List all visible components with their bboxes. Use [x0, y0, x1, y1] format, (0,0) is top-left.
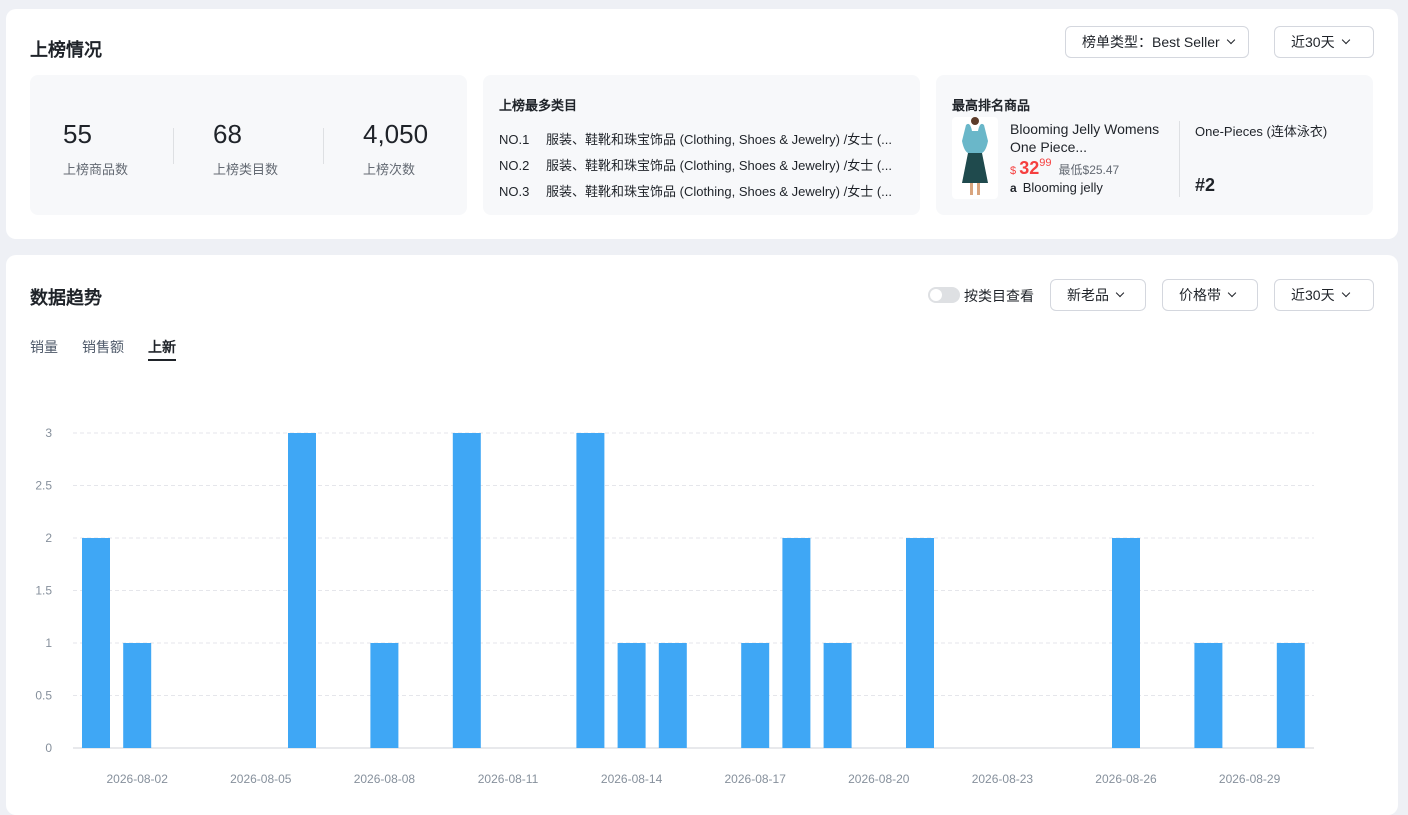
category-rank: NO.1	[499, 132, 530, 147]
bar	[617, 643, 646, 748]
x-tick-label: 2026-08-26	[1095, 772, 1157, 786]
product-price: $ 3299 最低$25.47	[1010, 157, 1119, 179]
bar	[906, 538, 934, 748]
bar	[1194, 643, 1223, 748]
bar	[576, 433, 605, 748]
price-decimal: 99	[1039, 157, 1052, 169]
stat-value: 4,050	[363, 119, 429, 149]
top-product-title: 最高排名商品	[952, 98, 1031, 113]
bar	[288, 433, 316, 748]
bar	[1112, 538, 1140, 748]
stat-value: 55	[63, 119, 92, 149]
category-name: 服装、鞋靴和珠宝饰品 (Clothing, Shoes & Jewelry) /…	[546, 132, 893, 147]
bar	[782, 538, 811, 748]
y-tick-label: 2.5	[35, 479, 52, 493]
x-tick-label: 2026-08-08	[354, 772, 416, 786]
y-tick-label: 1	[45, 636, 52, 650]
list-type-dropdown[interactable]: 榜单类型：Best Seller	[1065, 26, 1249, 58]
bar	[82, 538, 110, 748]
bar	[741, 643, 770, 748]
brand-name: Blooming jelly	[1022, 180, 1103, 195]
product-rank: #2	[1195, 175, 1216, 195]
x-tick-label: 2026-08-05	[230, 772, 292, 786]
bar	[823, 643, 852, 748]
bar	[658, 643, 687, 748]
ranking-card: 上榜情况 榜单类型：Best Seller 近30天 55 上榜商品数 68 上…	[6, 9, 1398, 239]
divider	[1179, 121, 1180, 197]
product-brand: a Blooming jelly	[1010, 180, 1103, 195]
x-tick-label: 2026-08-17	[725, 772, 787, 786]
bar	[452, 433, 481, 748]
x-tick-label: 2026-08-02	[107, 772, 169, 786]
x-tick-label: 2026-08-29	[1219, 772, 1281, 786]
x-tick-label: 2026-08-23	[972, 772, 1034, 786]
trend-card: 数据趋势 按类目查看 新老品 价格带 近30天 销量 销售额 上新 0 0.5 1 1…	[6, 255, 1398, 815]
category-row[interactable]: NO.3 服装、鞋靴和珠宝饰品 (Clothing, Shoes & Jewelr…	[499, 181, 905, 200]
x-tick-label: 2026-08-20	[848, 772, 910, 786]
product-name[interactable]: Blooming Jelly Womens One Piece...	[1010, 120, 1170, 156]
stat-label: 上榜类目数	[213, 162, 279, 177]
divider	[323, 128, 324, 164]
y-tick-label: 0	[45, 741, 52, 755]
category-name: 服装、鞋靴和珠宝饰品 (Clothing, Shoes & Jewelry) /…	[546, 184, 893, 199]
ranking-title: 上榜情况	[30, 40, 102, 60]
top-product-panel: 最高排名商品 Blooming Jelly Womens One Piece..…	[936, 75, 1373, 215]
chevron-down-icon	[1226, 35, 1235, 45]
bar	[1276, 643, 1305, 748]
product-image[interactable]	[952, 117, 998, 199]
x-tick-label: 2026-08-14	[601, 772, 663, 786]
stats-panel: 55 上榜商品数 68 上榜类目数 4,050 上榜次数	[30, 75, 467, 215]
stat-value: 68	[213, 119, 242, 149]
product-category: One-Pieces (连体泳衣)	[1195, 124, 1328, 139]
category-rank: NO.3	[499, 184, 530, 199]
category-rank: NO.2	[499, 158, 530, 173]
ranking-period-dropdown[interactable]: 近30天	[1274, 26, 1374, 58]
y-tick-label: 0.5	[35, 689, 52, 703]
stat-label: 上榜商品数	[63, 162, 129, 177]
bar	[370, 643, 399, 748]
amazon-icon: a	[1010, 181, 1017, 195]
bar	[123, 643, 152, 748]
chevron-down-icon	[1341, 35, 1350, 45]
stat-label: 上榜次数	[363, 162, 416, 177]
trend-bar-chart: 0 0.5 1 1.5 2 2.5 3 2026-08-02 2026-08-05 2026-08…	[35, 426, 1314, 786]
top-categories-panel: 上榜最多类目 NO.1 服装、鞋靴和珠宝饰品 (Clothing, Shoes &…	[483, 75, 920, 215]
y-tick-label: 1.5	[35, 584, 52, 598]
y-tick-label: 3	[45, 426, 52, 440]
divider	[173, 128, 174, 164]
x-tick-label: 2026-08-11	[478, 772, 539, 786]
category-row[interactable]: NO.2 服装、鞋靴和珠宝饰品 (Clothing, Shoes & Jewelr…	[499, 155, 905, 174]
ranking-period-label: 近30天	[1291, 34, 1335, 50]
y-tick-label: 2	[45, 531, 52, 545]
price-integer: 32	[1019, 158, 1040, 178]
category-row[interactable]: NO.1 服装、鞋靴和珠宝饰品 (Clothing, Shoes & Jewelr…	[499, 129, 905, 148]
list-type-label: 榜单类型：Best Seller	[1082, 34, 1220, 50]
lowest-price: 最低$25.47	[1058, 163, 1120, 177]
top-categories-title: 上榜最多类目	[499, 98, 578, 113]
category-name: 服装、鞋靴和珠宝饰品 (Clothing, Shoes & Jewelry) /…	[546, 158, 893, 173]
price-currency: $	[1010, 165, 1017, 177]
